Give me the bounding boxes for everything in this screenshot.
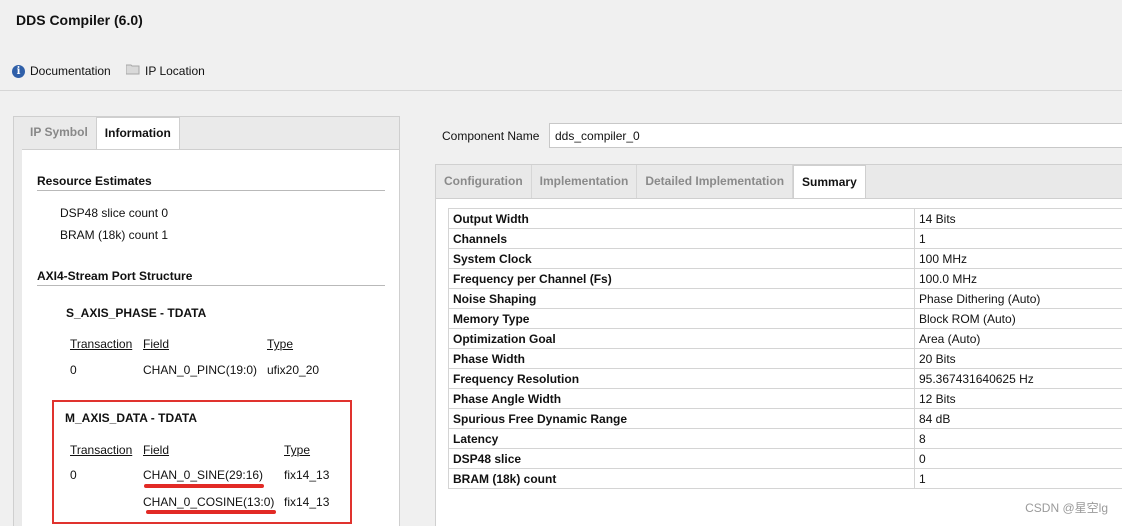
s-axis-header-transaction: Transaction bbox=[70, 337, 133, 351]
summary-value: 100 MHz bbox=[914, 248, 1122, 269]
component-name-label: Component Name bbox=[442, 129, 540, 143]
summary-key: Phase Width bbox=[448, 348, 915, 369]
info-icon: i bbox=[12, 64, 25, 78]
summary-value: 1 bbox=[914, 468, 1122, 489]
m-axis-type-cosine: fix14_13 bbox=[284, 495, 330, 509]
table-row: BRAM (18k) count 1 bbox=[448, 468, 1122, 489]
m-axis-header-type: Type bbox=[284, 443, 311, 457]
documentation-button[interactable]: i Documentation bbox=[12, 64, 111, 78]
toolbar-divider bbox=[0, 90, 1122, 91]
table-row: Phase Width 20 Bits bbox=[448, 348, 1122, 369]
s-axis-header-field: Field bbox=[143, 337, 170, 351]
config-tab-frame: Configuration Implementation Detailed Im… bbox=[435, 164, 1122, 526]
tab-summary[interactable]: Summary bbox=[793, 165, 866, 198]
summary-value: 95.367431640625 Hz bbox=[914, 368, 1122, 389]
left-panel: IP Symbol Information Resource Estimates… bbox=[13, 116, 400, 526]
summary-key: BRAM (18k) count bbox=[448, 468, 915, 489]
toolbar: i Documentation IP Location bbox=[0, 58, 1122, 84]
m-axis-transaction: 0 bbox=[70, 468, 77, 482]
summary-value: 0 bbox=[914, 448, 1122, 469]
section-divider bbox=[37, 285, 385, 286]
ip-location-label: IP Location bbox=[145, 64, 205, 78]
resource-estimates-title: Resource Estimates bbox=[37, 174, 152, 188]
s-axis-header-type: Type bbox=[267, 337, 294, 351]
summary-value: Phase Dithering (Auto) bbox=[914, 288, 1122, 309]
table-row: Frequency Resolution 95.367431640625 Hz bbox=[448, 368, 1122, 389]
tab-detailed-implementation[interactable]: Detailed Implementation bbox=[637, 165, 794, 198]
summary-value: 84 dB bbox=[914, 408, 1122, 429]
summary-value: Area (Auto) bbox=[914, 328, 1122, 349]
information-content: Resource Estimates DSP48 slice count 0 B… bbox=[22, 149, 399, 526]
summary-value: 1 bbox=[914, 228, 1122, 249]
left-tab-bar: IP Symbol Information bbox=[22, 117, 180, 150]
table-row: Frequency per Channel (Fs) 100.0 MHz bbox=[448, 268, 1122, 289]
ip-location-button[interactable]: IP Location bbox=[125, 64, 205, 78]
summary-table: Output Width 14 Bits Channels 1 System Clock… bbox=[448, 208, 1122, 489]
summary-key: Frequency Resolution bbox=[448, 368, 915, 389]
s-axis-transaction: 0 bbox=[70, 363, 77, 377]
summary-key: Latency bbox=[448, 428, 915, 449]
summary-key: Channels bbox=[448, 228, 915, 249]
summary-value: 20 Bits bbox=[914, 348, 1122, 369]
summary-key: Memory Type bbox=[448, 308, 915, 329]
cosine-underline-mark bbox=[146, 510, 276, 514]
summary-key: Frequency per Channel (Fs) bbox=[448, 268, 915, 289]
folder-icon bbox=[125, 64, 140, 78]
table-row: Output Width 14 Bits bbox=[448, 208, 1122, 229]
s-axis-field: CHAN_0_PINC(19:0) bbox=[143, 363, 258, 377]
table-row: DSP48 slice 0 bbox=[448, 448, 1122, 469]
tab-configuration[interactable]: Configuration bbox=[436, 165, 532, 198]
right-panel: Component Name Configuration Implementat… bbox=[418, 100, 1122, 526]
table-row: System Clock 100 MHz bbox=[448, 248, 1122, 269]
summary-key: Spurious Free Dynamic Range bbox=[448, 408, 915, 429]
summary-content: Output Width 14 Bits Channels 1 System Clock… bbox=[436, 198, 1122, 526]
m-axis-field-sine: CHAN_0_SINE(29:16) bbox=[143, 468, 264, 482]
table-row: Optimization Goal Area (Auto) bbox=[448, 328, 1122, 349]
sine-underline-mark bbox=[144, 484, 264, 488]
summary-value: 14 Bits bbox=[914, 208, 1122, 229]
table-row: Latency 8 bbox=[448, 428, 1122, 449]
summary-key: Optimization Goal bbox=[448, 328, 915, 349]
table-row: Channels 1 bbox=[448, 228, 1122, 249]
documentation-label: Documentation bbox=[30, 64, 111, 78]
component-name-input[interactable] bbox=[549, 123, 1122, 148]
section-divider bbox=[37, 190, 385, 191]
table-row: Noise Shaping Phase Dithering (Auto) bbox=[448, 288, 1122, 309]
s-axis-type: ufix20_20 bbox=[267, 363, 320, 377]
bram-count: BRAM (18k) count 1 bbox=[60, 228, 169, 242]
tab-information[interactable]: Information bbox=[95, 117, 180, 150]
watermark: CSDN @星空lg bbox=[1025, 501, 1108, 515]
window-title: DDS Compiler (6.0) bbox=[16, 12, 143, 28]
summary-value: 100.0 MHz bbox=[914, 268, 1122, 289]
table-row: Spurious Free Dynamic Range 84 dB bbox=[448, 408, 1122, 429]
dsp48-count: DSP48 slice count 0 bbox=[60, 206, 169, 220]
m-axis-header-field: Field bbox=[143, 443, 170, 457]
table-row: Memory Type Block ROM (Auto) bbox=[448, 308, 1122, 329]
summary-value: Block ROM (Auto) bbox=[914, 308, 1122, 329]
m-axis-header-transaction: Transaction bbox=[70, 443, 133, 457]
summary-value: 12 Bits bbox=[914, 388, 1122, 409]
s-axis-title: S_AXIS_PHASE - TDATA bbox=[66, 306, 207, 320]
m-axis-field-cosine: CHAN_0_COSINE(13:0) bbox=[143, 495, 275, 509]
table-row: Phase Angle Width 12 Bits bbox=[448, 388, 1122, 409]
tab-implementation[interactable]: Implementation bbox=[532, 165, 638, 198]
summary-key: System Clock bbox=[448, 248, 915, 269]
tab-ip-symbol[interactable]: IP Symbol bbox=[22, 117, 96, 149]
summary-key: Noise Shaping bbox=[448, 288, 915, 309]
summary-key: Output Width bbox=[448, 208, 915, 229]
m-axis-title: M_AXIS_DATA - TDATA bbox=[65, 411, 197, 425]
config-tab-bar: Configuration Implementation Detailed Im… bbox=[436, 165, 866, 198]
summary-key: Phase Angle Width bbox=[448, 388, 915, 409]
summary-key: DSP48 slice bbox=[448, 448, 915, 469]
title-bar: DDS Compiler (6.0) bbox=[0, 0, 1122, 44]
port-structure-title: AXI4-Stream Port Structure bbox=[37, 269, 193, 283]
m-axis-type-sine: fix14_13 bbox=[284, 468, 330, 482]
summary-value: 8 bbox=[914, 428, 1122, 449]
